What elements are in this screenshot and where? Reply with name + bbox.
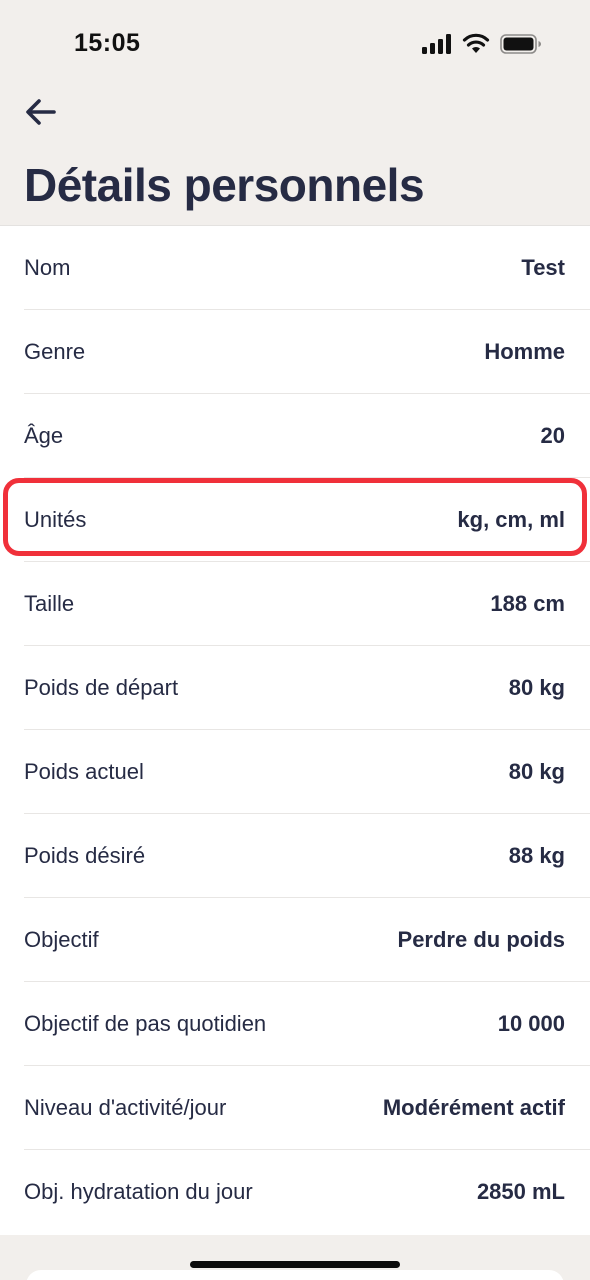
detail-value: 80 kg bbox=[508, 675, 565, 700]
detail-value: Modérément actif bbox=[382, 1095, 565, 1120]
detail-row-objectif[interactable]: Objectif Perdre du poids bbox=[0, 898, 590, 982]
arrow-left-icon bbox=[26, 99, 56, 125]
detail-value: Homme bbox=[484, 339, 565, 364]
detail-label: Poids actuel bbox=[24, 759, 144, 784]
detail-label: Objectif bbox=[24, 927, 99, 952]
detail-row-genre[interactable]: Genre Homme bbox=[0, 310, 590, 394]
back-button[interactable] bbox=[20, 92, 62, 132]
detail-row-nom[interactable]: Nom Test bbox=[0, 226, 590, 310]
detail-label: Poids de départ bbox=[24, 675, 179, 700]
detail-label: Poids désiré bbox=[24, 843, 146, 868]
detail-label: Objectif de pas quotidien bbox=[24, 1011, 267, 1036]
detail-value: 20 bbox=[540, 423, 565, 448]
detail-row-poids-depart[interactable]: Poids de départ 80 kg bbox=[0, 646, 590, 730]
detail-value: Test bbox=[521, 255, 565, 280]
detail-row-taille[interactable]: Taille 188 cm bbox=[0, 562, 590, 646]
detail-row-poids-actuel[interactable]: Poids actuel 80 kg bbox=[0, 730, 590, 814]
detail-row-poids-desire[interactable]: Poids désiré 88 kg bbox=[0, 814, 590, 898]
bottom-card bbox=[26, 1270, 564, 1280]
detail-row-hydratation[interactable]: Obj. hydratation du jour 2850 mL bbox=[0, 1150, 590, 1234]
detail-value: 80 kg bbox=[508, 759, 565, 784]
detail-label: Taille bbox=[24, 591, 75, 616]
detail-value: 88 kg bbox=[508, 843, 565, 868]
details-list: Nom Test Genre Homme Âge 20 Unités kg, c… bbox=[0, 225, 590, 1235]
signal-icon bbox=[422, 34, 451, 54]
detail-value: kg, cm, ml bbox=[457, 507, 565, 532]
detail-value: Perdre du poids bbox=[397, 927, 565, 952]
detail-value: 188 cm bbox=[490, 591, 565, 616]
status-bar: 15:05 bbox=[0, 0, 590, 90]
detail-value: 10 000 bbox=[497, 1011, 565, 1036]
detail-row-objectif-pas[interactable]: Objectif de pas quotidien 10 000 bbox=[0, 982, 590, 1066]
battery-icon bbox=[500, 34, 541, 54]
home-indicator[interactable] bbox=[190, 1261, 400, 1268]
detail-value: 2850 mL bbox=[476, 1179, 565, 1204]
detail-label: Genre bbox=[24, 339, 86, 364]
detail-label: Nom bbox=[24, 255, 71, 280]
detail-label: Niveau d'activité/jour bbox=[24, 1095, 227, 1120]
detail-label: Unités bbox=[24, 507, 87, 532]
detail-row-unites[interactable]: Unités kg, cm, ml bbox=[0, 478, 590, 562]
status-time: 15:05 bbox=[74, 29, 141, 57]
wifi-icon bbox=[462, 33, 490, 53]
detail-row-age[interactable]: Âge 20 bbox=[0, 394, 590, 478]
detail-label: Obj. hydratation du jour bbox=[24, 1179, 253, 1204]
detail-row-niveau-activite[interactable]: Niveau d'activité/jour Modérément actif bbox=[0, 1066, 590, 1150]
detail-label: Âge bbox=[24, 423, 64, 448]
page-title: Détails personnels bbox=[24, 159, 425, 211]
